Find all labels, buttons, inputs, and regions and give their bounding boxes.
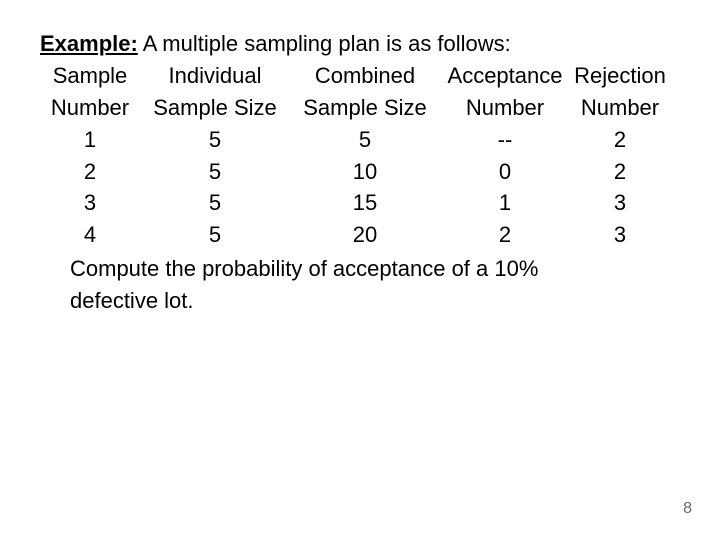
page-number: 8 — [683, 500, 692, 518]
cell: 5 — [140, 156, 290, 188]
table-row: 251002 — [40, 156, 680, 188]
col-header: Sample Size — [290, 92, 440, 124]
col-header: Sample Size — [140, 92, 290, 124]
table-header-row-2: NumberSample SizeSample SizeNumberNumber — [40, 92, 680, 124]
heading-text: A multiple sampling plan is as follows: — [138, 31, 511, 56]
col-header: Number — [440, 92, 570, 124]
cell: 3 — [570, 187, 670, 219]
cell: 0 — [440, 156, 570, 188]
cell: 3 — [40, 187, 140, 219]
col-header: Acceptance — [440, 60, 570, 92]
cell: 5 — [140, 219, 290, 251]
col-header: Individual — [140, 60, 290, 92]
table-row: 155--2 — [40, 124, 680, 156]
cell: 1 — [40, 124, 140, 156]
cell: 2 — [40, 156, 140, 188]
cell: 5 — [140, 124, 290, 156]
cell: 2 — [570, 124, 670, 156]
table-header-row-1: SampleIndividualCombinedAcceptanceReject… — [40, 60, 680, 92]
cell: 4 — [40, 219, 140, 251]
cell: 10 — [290, 156, 440, 188]
cell: -- — [440, 124, 570, 156]
cell: 15 — [290, 187, 440, 219]
col-header: Number — [40, 92, 140, 124]
cell: 1 — [440, 187, 570, 219]
col-header: Combined — [290, 60, 440, 92]
cell: 3 — [570, 219, 670, 251]
slide-content: Example: A multiple sampling plan is as … — [40, 28, 680, 317]
slide: Example: A multiple sampling plan is as … — [0, 0, 720, 540]
cell: 20 — [290, 219, 440, 251]
table-row: 452023 — [40, 219, 680, 251]
col-header: Number — [570, 92, 670, 124]
cell: 2 — [570, 156, 670, 188]
cell: 2 — [440, 219, 570, 251]
col-header: Rejection — [570, 60, 670, 92]
cell: 5 — [290, 124, 440, 156]
cell: 5 — [140, 187, 290, 219]
heading-line: Example: A multiple sampling plan is as … — [40, 28, 680, 60]
table-row: 351513 — [40, 187, 680, 219]
col-header: Sample — [40, 60, 140, 92]
example-label: Example: — [40, 31, 138, 56]
question-text: Compute the probability of acceptance of… — [40, 253, 630, 317]
